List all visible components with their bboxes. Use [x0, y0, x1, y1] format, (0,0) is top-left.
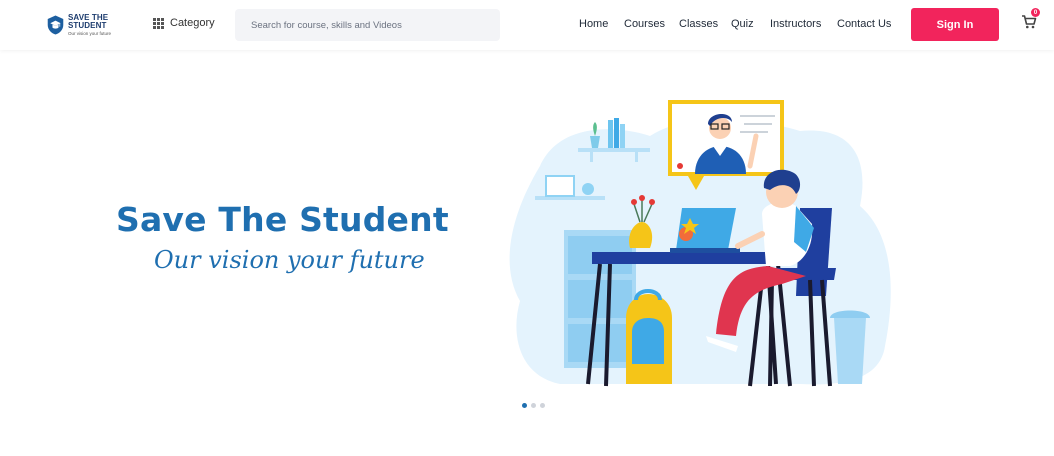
hero-subtitle: Our vision your future	[154, 246, 425, 274]
nav-contact-us[interactable]: Contact Us	[837, 18, 891, 30]
nav-home[interactable]: Home	[579, 18, 608, 30]
logo-name: SAVE THE STUDENT	[68, 12, 109, 30]
search-input[interactable]	[235, 9, 500, 41]
logo-tagline: Our vision your future	[68, 30, 112, 36]
carousel-pagination	[522, 403, 545, 408]
hero-title: Save The Student	[116, 200, 449, 239]
site-logo[interactable]: SAVE THE STUDENT Our vision your future	[46, 11, 138, 39]
hero-illustration	[509, 100, 891, 387]
nav-classes[interactable]: Classes	[679, 18, 718, 30]
category-menu[interactable]: Category	[153, 17, 215, 29]
nav-courses[interactable]: Courses	[624, 18, 665, 30]
header: SAVE THE STUDENT Our vision your future …	[0, 0, 1054, 50]
sign-in-button[interactable]: Sign In	[911, 8, 999, 41]
carousel-dot-2[interactable]	[531, 403, 536, 408]
nav-quiz[interactable]: Quiz	[731, 18, 754, 30]
category-label: Category	[170, 17, 215, 29]
grid-icon	[153, 17, 164, 29]
graduation-logo-icon	[47, 15, 64, 35]
cart-count-badge: 0	[1031, 8, 1040, 17]
carousel-dot-3[interactable]	[540, 403, 545, 408]
cart-button[interactable]: 0	[1021, 8, 1040, 30]
nav-instructors[interactable]: Instructors	[770, 18, 821, 30]
carousel-dot-1[interactable]	[522, 403, 527, 408]
